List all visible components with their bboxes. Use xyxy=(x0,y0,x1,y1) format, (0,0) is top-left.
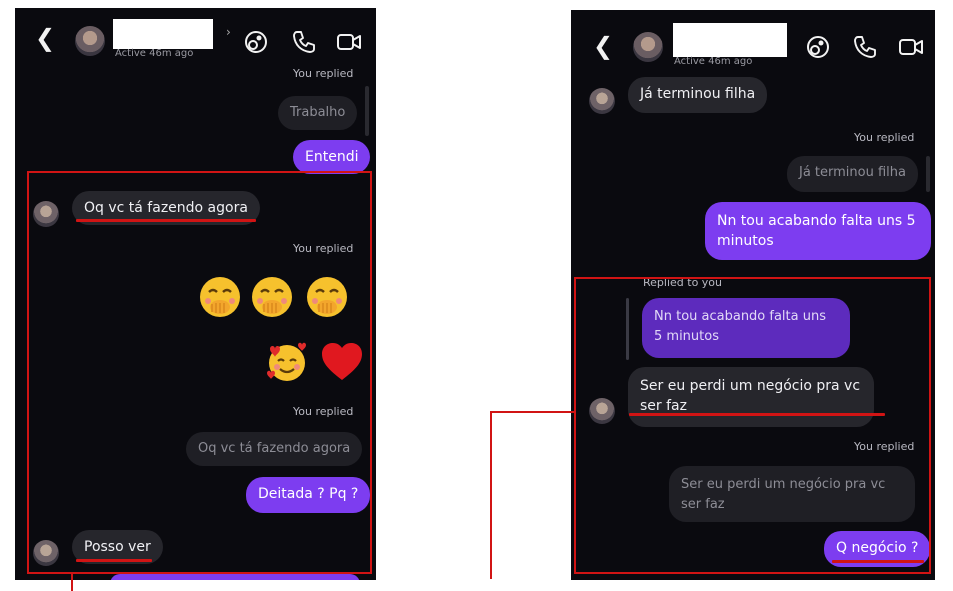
scrollbar[interactable] xyxy=(926,156,930,192)
quoted-message: Trabalho xyxy=(278,96,358,130)
active-status: Active 46m ago xyxy=(115,48,194,59)
chat-header: ❮ Active 46m ago xyxy=(571,10,935,70)
scrollbar[interactable] xyxy=(365,86,369,136)
sender-avatar[interactable] xyxy=(589,88,615,114)
outgoing-message[interactable]: Entendi xyxy=(293,140,371,174)
video-call-icon[interactable] xyxy=(898,34,924,60)
outgoing-message[interactable]: Nn tou acabando falta uns 5 minutos xyxy=(705,202,931,260)
contact-avatar[interactable] xyxy=(633,32,663,62)
video-call-icon[interactable] xyxy=(336,29,362,55)
you-replied-label: You replied xyxy=(854,131,915,144)
chat-header: ❮ Active 46m ago › xyxy=(15,8,376,68)
underline-mark xyxy=(76,559,152,562)
active-status: Active 46m ago xyxy=(674,56,753,67)
underline-mark xyxy=(832,560,924,563)
theme-icon[interactable] xyxy=(805,34,831,60)
underline-mark xyxy=(629,413,885,416)
connector-line xyxy=(490,411,574,413)
underline-mark xyxy=(76,219,256,222)
highlight-box xyxy=(27,171,372,574)
incoming-message[interactable]: Já terminou filha xyxy=(628,77,768,113)
phone-call-icon[interactable] xyxy=(291,29,317,55)
theme-icon[interactable] xyxy=(243,29,269,55)
you-replied-label: You replied xyxy=(293,67,354,80)
outgoing-message-partial xyxy=(110,574,360,580)
redacted-contact-name xyxy=(113,19,213,49)
highlight-box xyxy=(574,277,931,574)
phone-call-icon[interactable] xyxy=(852,34,878,60)
connector-line xyxy=(71,574,73,591)
redacted-contact-name xyxy=(673,23,787,57)
chevron-right-icon: › xyxy=(226,25,231,39)
back-chevron-icon[interactable]: ❮ xyxy=(35,26,55,50)
quoted-message: Já terminou filha xyxy=(787,156,918,192)
contact-avatar[interactable] xyxy=(75,26,105,56)
back-chevron-icon[interactable]: ❮ xyxy=(593,34,613,58)
connector-line xyxy=(490,411,492,579)
